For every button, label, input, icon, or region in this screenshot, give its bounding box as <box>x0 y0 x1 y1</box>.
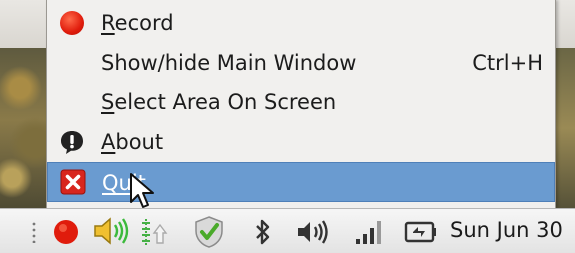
menu-item-select-area[interactable]: Select Area On Screen <box>47 82 555 122</box>
menu-item-label: About <box>101 130 164 154</box>
volume-icon[interactable] <box>296 218 330 246</box>
record-dot-icon[interactable] <box>53 219 79 245</box>
battery-icon[interactable] <box>404 220 438 244</box>
desktop-wallpaper-left <box>0 48 50 208</box>
menu-item-label: Select Area On Screen <box>101 90 337 114</box>
shield-check-icon[interactable] <box>193 215 225 249</box>
info-icon <box>59 129 85 155</box>
tray-popup-menu: Record Show/hide Main Window Ctrl+H Sele… <box>46 0 556 208</box>
handle-grip-icon[interactable] <box>30 221 38 243</box>
signal-bars-icon[interactable] <box>354 218 382 246</box>
menu-item-quit[interactable]: Quit <box>47 162 555 202</box>
menu-item-record[interactable]: Record <box>47 3 555 43</box>
menu-item-label: Record <box>101 11 174 35</box>
volume-speaker-icon[interactable] <box>92 216 132 246</box>
desktop-wallpaper-right <box>556 48 575 208</box>
menu-item-accelerator: Ctrl+H <box>472 51 543 75</box>
system-panel: Sun Jun 30 <box>0 208 575 253</box>
menu-item-label: Show/hide Main Window <box>101 51 357 75</box>
menu-item-about[interactable]: About <box>47 122 555 162</box>
quit-icon <box>60 169 86 195</box>
network-up-icon[interactable] <box>138 217 168 247</box>
panel-clock[interactable]: Sun Jun 30 <box>450 218 563 242</box>
mouse-cursor-icon <box>130 173 154 208</box>
record-dot-icon <box>59 10 85 36</box>
menu-item-show-hide-main-window[interactable]: Show/hide Main Window Ctrl+H <box>47 43 555 83</box>
bluetooth-icon[interactable] <box>254 218 272 246</box>
